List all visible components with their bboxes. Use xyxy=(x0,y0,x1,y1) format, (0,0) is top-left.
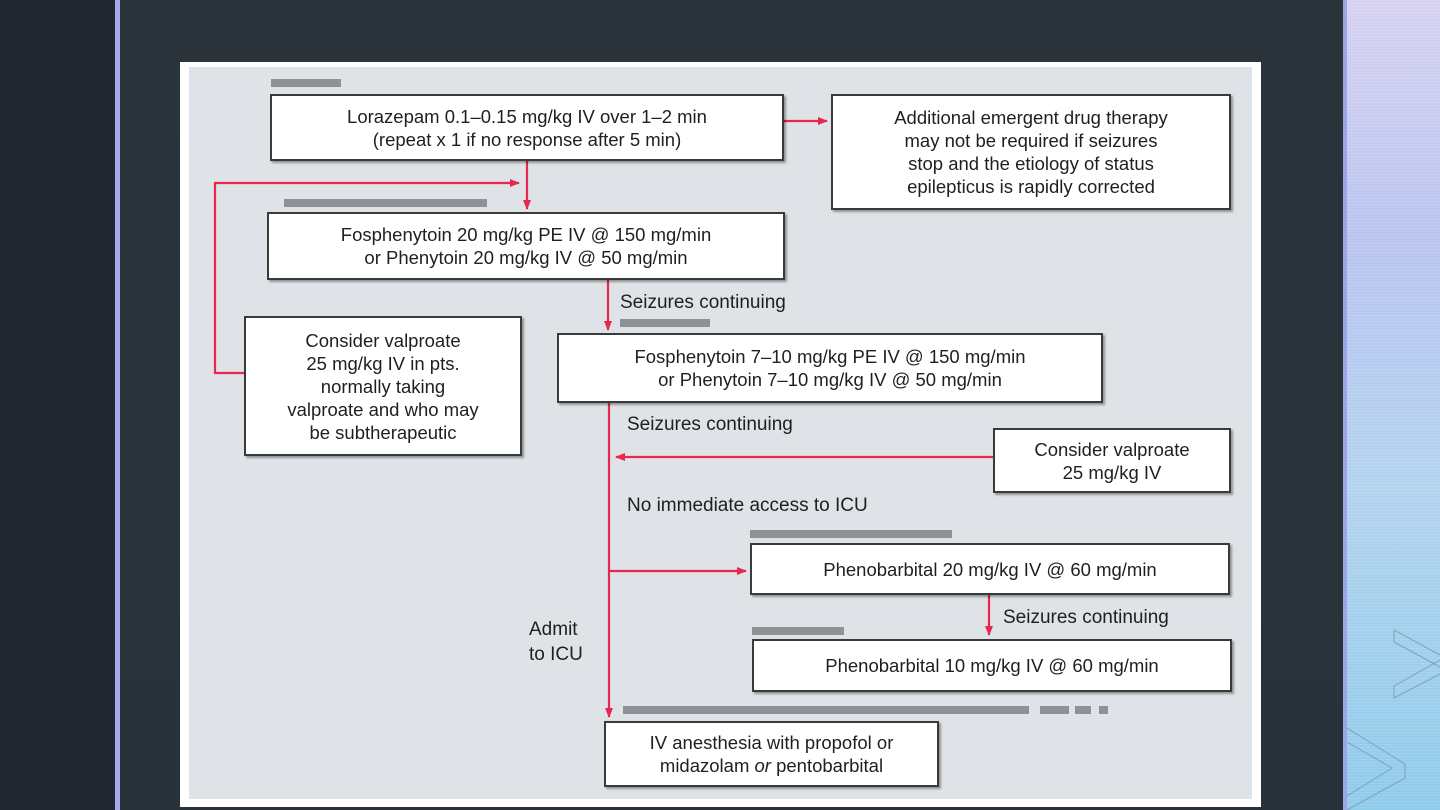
box-text-line: or Phenytoin 7–10 mg/kg IV @ 50 mg/min xyxy=(658,369,1002,390)
box-text-line: (repeat x 1 if no response after 5 min) xyxy=(372,128,682,150)
box-text-line: stop and the etiology of status xyxy=(908,153,1154,174)
label-admit-line: to ICU xyxy=(529,644,583,665)
box-text-line: Lorazepam 0.1–0.15 mg/kg IV over 1–2 min xyxy=(347,105,707,127)
status-epilepticus-flowchart: Lorazepam 0.1–0.15 mg/kg IV over 1–2 min… xyxy=(180,62,1261,807)
box-additional-therapy: Additional emergent drug therapy may not… xyxy=(831,94,1231,210)
text-segment: midazolam xyxy=(659,755,755,776)
label-no-icu-access: No immediate access to ICU xyxy=(627,495,868,516)
box-text-line: Additional emergent drug therapy xyxy=(894,107,1168,128)
box-consider-valproate: Consider valproate 25 mg/kg IV xyxy=(993,428,1231,493)
box-text-line: valproate and who may xyxy=(287,398,479,420)
box-text-line: 25 mg/kg IV xyxy=(1062,461,1162,483)
box-text-line: Consider valproate xyxy=(305,329,461,351)
box-text-line: epilepticus is rapidly corrected xyxy=(907,176,1155,197)
box-lorazepam: Lorazepam 0.1–0.15 mg/kg IV over 1–2 min… xyxy=(270,94,784,161)
left-margin xyxy=(0,0,115,810)
box-text-line: Fosphenytoin 7–10 mg/kg PE IV @ 150 mg/m… xyxy=(634,346,1026,367)
chevron-decoration-icon xyxy=(1347,629,1440,810)
box-fosphenytoin-7-10: Fosphenytoin 7–10 mg/kg PE IV @ 150 mg/m… xyxy=(557,333,1103,403)
box-text-line: Phenobarbital 20 mg/kg IV @ 60 mg/min xyxy=(823,558,1157,580)
flowchart-canvas: Lorazepam 0.1–0.15 mg/kg IV over 1–2 min… xyxy=(189,67,1252,799)
text-segment: pentobarbital xyxy=(770,755,884,776)
label-seizures-continuing: Seizures continuing xyxy=(620,292,786,313)
box-text-line: Consider valproate xyxy=(1034,438,1190,460)
box-text-line: Fosphenytoin 20 mg/kg PE IV @ 150 mg/min xyxy=(340,224,712,245)
box-fosphenytoin-20: Fosphenytoin 20 mg/kg PE IV @ 150 mg/min… xyxy=(267,212,785,280)
box-text-line: IV anesthesia with propofol or xyxy=(649,732,894,753)
box-text-line: 25 mg/kg IV in pts. xyxy=(306,352,460,374)
box-text-line: may not be required if seizures xyxy=(904,130,1158,151)
label-admit-icu: Admit to ICU xyxy=(529,617,583,667)
box-text-line: or Phenytoin 20 mg/kg IV @ 50 mg/min xyxy=(364,247,688,268)
text-emphasis-or: or xyxy=(754,755,771,776)
box-valproate-subtherapeutic: Consider valproate 25 mg/kg IV in pts. n… xyxy=(244,316,522,456)
box-phenobarbital-10: Phenobarbital 10 mg/kg IV @ 60 mg/min xyxy=(752,639,1232,692)
label-admit-line: Admit xyxy=(529,619,578,640)
box-phenobarbital-20: Phenobarbital 20 mg/kg IV @ 60 mg/min xyxy=(750,543,1230,595)
box-text-line: be subtherapeutic xyxy=(309,421,457,443)
box-text-line: Phenobarbital 10 mg/kg IV @ 60 mg/min xyxy=(825,655,1159,676)
decorative-side-panel xyxy=(1347,0,1440,810)
box-iv-anesthesia: IV anesthesia with propofol or midazolam… xyxy=(604,721,939,787)
label-seizures-continuing: Seizures continuing xyxy=(627,414,793,435)
box-text-line: midazolam or pentobarbital xyxy=(660,754,883,777)
box-text-line: normally taking xyxy=(320,375,446,397)
label-seizures-continuing: Seizures continuing xyxy=(1003,607,1169,628)
